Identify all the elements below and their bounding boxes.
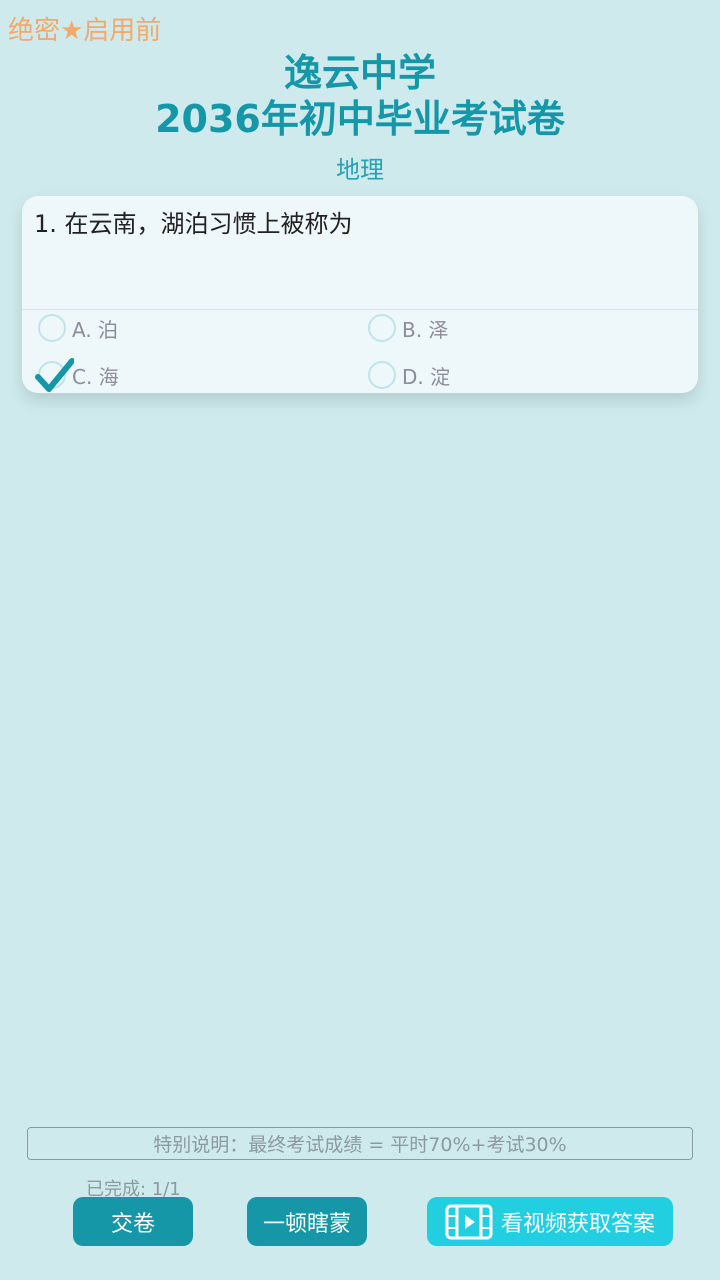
option-b[interactable]: B. 泽 [368,311,448,345]
option-label: B. 泽 [402,317,449,342]
option-label: D. 淀 [402,364,451,389]
film-icon [445,1204,493,1239]
submit-label: 交卷 [110,1211,155,1237]
option-d[interactable]: D. 淀 [368,358,450,392]
option-a[interactable]: A. 泊 [38,311,118,345]
exam-title: 2036年初中毕业考试卷 [155,97,565,141]
check-icon [35,358,74,392]
radio-button[interactable] [368,361,396,389]
confidential-label: 绝密★启用前 [8,16,162,46]
exam-header: 逸云中学 2036年初中毕业考试卷 地理 [0,50,720,185]
radio-button[interactable] [35,358,74,392]
watch-video-label: 看视频获取答案 [500,1211,655,1237]
radio-button[interactable] [368,314,396,342]
question-card: 1. 在云南，湖泊习惯上被称为 A. 泊 B. 泽 C. 海 D. 淀 [22,196,698,393]
divider [22,309,698,310]
option-label: C. 海 [72,364,119,389]
question-text: 1. 在云南，湖泊习惯上被称为 [34,210,353,238]
radio-button[interactable] [38,314,66,342]
guess-button[interactable]: 一顿瞎蒙 [247,1197,367,1246]
watch-video-button[interactable]: 看视频获取答案 [427,1197,673,1246]
submit-button[interactable]: 交卷 [73,1197,193,1246]
option-c[interactable]: C. 海 [35,358,119,392]
guess-label: 一顿瞎蒙 [262,1211,351,1237]
special-notice: 特别说明：最终考试成绩 = 平时70%+考试30% [27,1127,693,1160]
subject-label: 地理 [336,156,384,184]
option-label: A. 泊 [72,317,119,342]
school-name: 逸云中学 [283,51,436,95]
